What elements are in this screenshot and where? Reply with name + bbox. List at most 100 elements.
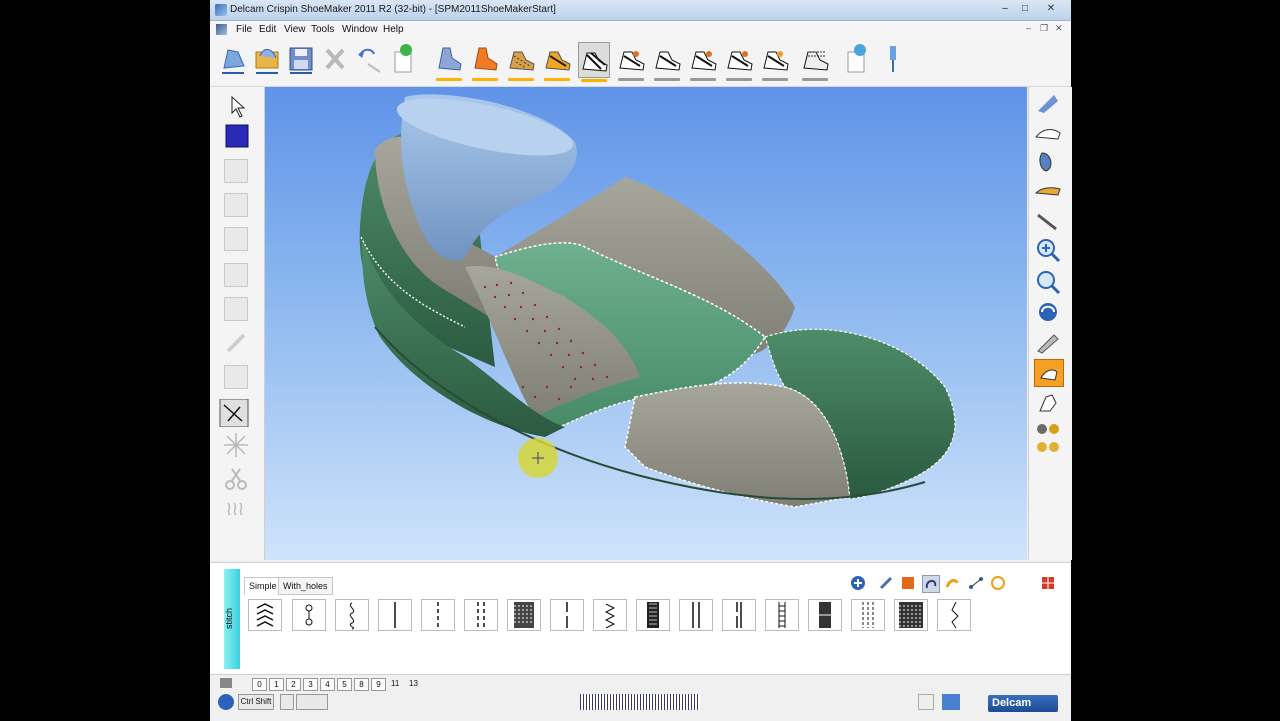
material-balls-2-icon[interactable] — [1034, 439, 1062, 465]
display-icon[interactable] — [942, 694, 960, 710]
3d-viewport[interactable] — [265, 87, 1027, 560]
play-icon[interactable] — [218, 694, 234, 710]
menu-help[interactable]: Help — [383, 24, 404, 35]
stitch-sample-dashed[interactable] — [421, 599, 455, 631]
network-icon[interactable] — [968, 575, 984, 591]
stitch-sample-chain[interactable] — [292, 599, 326, 631]
mdi-close-icon[interactable]: ✕ — [1055, 23, 1063, 34]
stitch-sample-mesh[interactable] — [894, 599, 928, 631]
layer-tab-3[interactable]: 3 — [303, 678, 318, 691]
main-toolbar — [210, 38, 1071, 87]
pointer-icon[interactable] — [218, 93, 254, 121]
zoom-in-icon[interactable] — [1034, 237, 1062, 263]
tab-with-holes[interactable]: With_holes — [278, 577, 333, 595]
new-page-icon[interactable] — [388, 42, 418, 76]
layer-label-13[interactable]: 13 — [409, 679, 418, 688]
render-mode-icon[interactable] — [1034, 359, 1064, 387]
tool-grid-2-icon[interactable] — [218, 191, 254, 219]
shoe-orange-stripe-icon[interactable] — [542, 42, 572, 81]
stitch-tool-icon[interactable] — [218, 398, 254, 428]
stitch-sample-ladder[interactable] — [765, 599, 799, 631]
brush-tool-icon[interactable] — [218, 329, 254, 357]
shoe-style-6-icon[interactable] — [800, 42, 830, 81]
layer-tab-2[interactable]: 2 — [286, 678, 301, 691]
menu-window[interactable]: Window — [342, 24, 378, 35]
stitch-sample-box[interactable] — [808, 599, 842, 631]
scissors-icon[interactable] — [218, 465, 254, 493]
stitch-sample-wave[interactable] — [937, 599, 971, 631]
minimize-icon[interactable]: – — [996, 2, 1014, 16]
tab-simple[interactable]: Simple — [244, 577, 282, 595]
undo-redo-icon[interactable] — [354, 42, 384, 76]
stitch-sample-dense[interactable] — [636, 599, 670, 631]
layer-tab-8[interactable]: 8 — [354, 678, 369, 691]
select-region-icon[interactable] — [218, 123, 254, 151]
view-shoe-front-icon[interactable] — [1034, 207, 1062, 233]
shoe-style-3-icon[interactable] — [688, 42, 718, 81]
hatch-icon[interactable] — [900, 575, 916, 591]
menu-file[interactable]: File — [236, 24, 252, 35]
options-page-icon[interactable] — [842, 42, 872, 76]
star-tool-icon[interactable] — [218, 431, 254, 459]
grid-icon[interactable] — [1040, 575, 1056, 591]
layer-tab-4[interactable]: 4 — [320, 678, 335, 691]
pan-view-icon[interactable] — [1034, 329, 1062, 355]
shoe-style-active-icon[interactable] — [578, 42, 610, 82]
wave-tool-icon[interactable] — [218, 497, 254, 525]
stitch-sample-loop[interactable] — [335, 599, 369, 631]
stitch-sample-chevron[interactable] — [248, 599, 282, 631]
tool-grid-1-icon[interactable] — [218, 157, 254, 185]
application-window: Delcam Crispin ShoeMaker 2011 R2 (32-bit… — [210, 0, 1072, 721]
view-flip-icon[interactable] — [1034, 91, 1062, 117]
pin-icon[interactable] — [878, 42, 908, 76]
shoe-style-5-icon[interactable] — [760, 42, 790, 81]
shoe-style-2-icon[interactable] — [652, 42, 682, 81]
rotate-view-icon[interactable] — [1034, 299, 1062, 325]
stitch-sample-line[interactable] — [378, 599, 412, 631]
walk-view-icon[interactable] — [1034, 389, 1062, 415]
stitch-sample-zigzag[interactable] — [593, 599, 627, 631]
stitch-sample-twin-gap[interactable] — [722, 599, 756, 631]
close-icon[interactable]: ✕ — [1042, 2, 1060, 16]
shoe-style-1-icon[interactable] — [616, 42, 646, 81]
pen-icon[interactable] — [878, 575, 894, 591]
tool-grid-3-icon[interactable] — [218, 225, 254, 253]
curve-tool-2-icon[interactable] — [218, 295, 254, 323]
layer-tab-1[interactable]: 1 — [269, 678, 284, 691]
view-shoe-bottom-icon[interactable] — [1034, 177, 1062, 203]
shoe-striped-icon[interactable] — [506, 42, 536, 81]
stitch-sample-checker[interactable] — [507, 599, 541, 631]
view-shoe-side-icon[interactable] — [1034, 119, 1062, 145]
add-icon[interactable] — [850, 575, 866, 591]
menu-edit[interactable]: Edit — [259, 24, 276, 35]
mirror-tool-icon[interactable] — [218, 363, 254, 391]
layer-tab-5[interactable]: 5 — [337, 678, 352, 691]
open-folder-icon[interactable] — [252, 42, 282, 76]
zoom-window-icon[interactable] — [1034, 269, 1062, 295]
settings-icon[interactable] — [918, 694, 934, 710]
stitch-sample-double-dashed[interactable] — [464, 599, 498, 631]
stitch-sample-twin[interactable] — [679, 599, 713, 631]
mdi-restore-icon[interactable]: ❐ — [1040, 23, 1048, 34]
last-shoe-icon[interactable] — [434, 42, 464, 81]
shoe-style-4-icon[interactable] — [724, 42, 754, 81]
layer-label-11[interactable]: 11 — [391, 679, 399, 688]
lock-icon[interactable] — [990, 575, 1006, 591]
stitch-sample-triple[interactable] — [851, 599, 885, 631]
menu-tools[interactable]: Tools — [311, 24, 334, 35]
shoe-orange-icon[interactable] — [470, 42, 500, 81]
brush-icon[interactable] — [944, 575, 960, 591]
layer-tab-0[interactable]: 0 — [252, 678, 267, 691]
lasso-icon[interactable] — [922, 575, 940, 593]
stitch-sample-split-line[interactable] — [550, 599, 584, 631]
curve-tool-1-icon[interactable] — [218, 261, 254, 289]
mdi-minimize-icon[interactable]: – — [1026, 23, 1031, 33]
open-last-icon[interactable] — [218, 42, 248, 76]
delete-icon[interactable] — [320, 42, 350, 76]
menu-view[interactable]: View — [284, 24, 306, 35]
maximize-icon[interactable]: □ — [1016, 2, 1034, 16]
shoe-style-bar — [472, 78, 498, 81]
view-shoe-top-icon[interactable] — [1034, 149, 1062, 175]
save-icon[interactable] — [286, 42, 316, 76]
layer-tab-9[interactable]: 9 — [371, 678, 386, 691]
